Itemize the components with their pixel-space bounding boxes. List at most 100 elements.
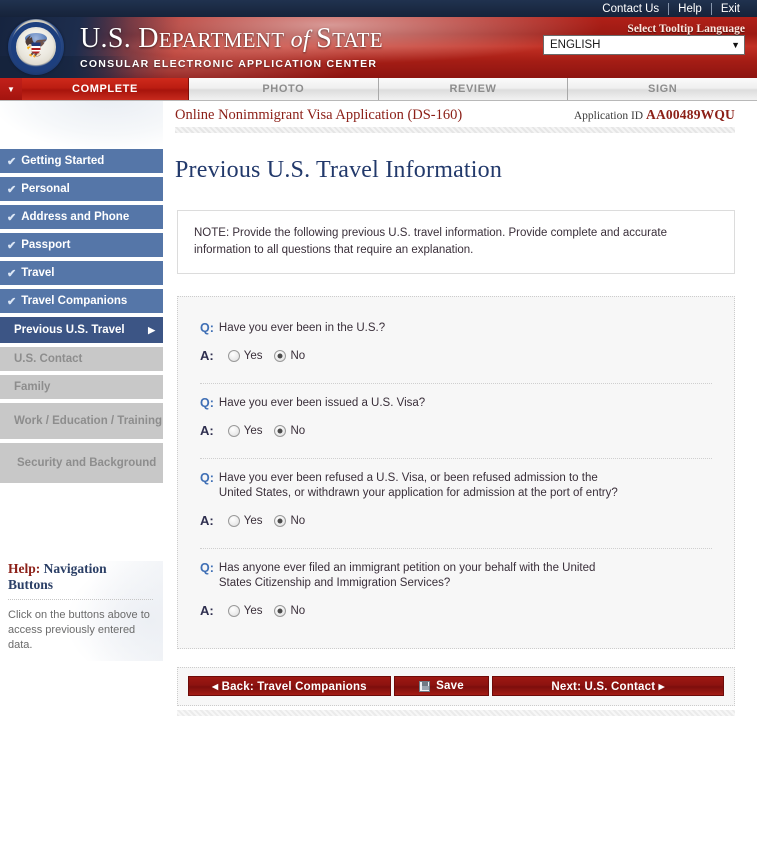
radio-icon-no[interactable] <box>274 424 287 437</box>
check-icon: ✔ <box>7 295 17 308</box>
sidebar-item-previous-us-travel[interactable]: Previous U.S. Travel ▶ <box>0 317 163 343</box>
sidebar: ✔ Getting Started ✔ Personal ✔ Address a… <box>0 101 163 850</box>
radio-icon-yes[interactable] <box>227 424 240 437</box>
check-icon: ✔ <box>7 155 17 168</box>
radio-label-yes: Yes <box>243 514 263 527</box>
page-body: ✔ Getting Started ✔ Personal ✔ Address a… <box>0 101 757 850</box>
form-action-bar: ◂ Back: Travel Companions Save Next: U.S… <box>177 667 735 706</box>
exit-link[interactable]: Exit <box>712 2 749 16</box>
question-text: Have you ever been refused a U.S. Visa, … <box>218 472 618 499</box>
language-select[interactable]: ENGLISH ▼ <box>543 35 745 55</box>
save-disk-icon <box>419 680 431 692</box>
radio-label-yes: Yes <box>243 349 263 362</box>
question-line: Q: Have you ever been refused a U.S. Vis… <box>200 471 712 501</box>
radio-group-refused-visa: Yes No <box>227 514 317 527</box>
radio-option-yes[interactable]: Yes <box>227 604 263 617</box>
radio-icon-no[interactable] <box>274 514 287 527</box>
answer-marker: A: <box>200 348 214 363</box>
sidebar-item-family[interactable]: Family <box>0 375 163 399</box>
radio-option-no[interactable]: No <box>274 349 306 362</box>
help-panel-title: Help: Navigation Buttons <box>8 561 153 600</box>
radio-icon-yes[interactable] <box>227 604 240 617</box>
tab-photo[interactable]: PHOTO <box>189 78 379 100</box>
tab-review[interactable]: REVIEW <box>378 78 569 100</box>
footer-divider <box>177 710 735 716</box>
radio-group-issued-visa: Yes No <box>227 424 317 437</box>
radio-icon-no[interactable] <box>274 604 287 617</box>
sidebar-item-personal[interactable]: ✔ Personal <box>0 177 163 201</box>
question-marker: Q: <box>200 471 214 485</box>
help-panel-body: Click on the buttons above to access pre… <box>8 609 150 651</box>
sidebar-item-label: Security and Background <box>17 456 157 469</box>
department-of-state-seal-icon: 🦅 <box>8 19 64 75</box>
tab-sign[interactable]: SIGN <box>568 78 757 100</box>
tab-complete[interactable]: COMPLETE <box>22 78 189 100</box>
banner-title-seg2: EPARTMENT <box>158 28 285 52</box>
sidebar-item-us-contact[interactable]: U.S. Contact <box>0 347 163 371</box>
main-content: Online Nonimmigrant Visa Application (DS… <box>163 101 757 850</box>
question-divider <box>200 458 712 459</box>
sidebar-item-travel[interactable]: ✔ Travel <box>0 261 163 285</box>
radio-label-no: No <box>290 514 306 527</box>
radio-group-immigrant-petition: Yes No <box>227 604 317 617</box>
banner-title-of: of <box>284 27 317 53</box>
radio-icon-yes[interactable] <box>227 514 240 527</box>
chevron-down-icon: ▼ <box>731 40 740 50</box>
radio-icon-no[interactable] <box>274 349 287 362</box>
seal-ring <box>11 22 61 72</box>
sidebar-item-label: Work / Education / Training <box>14 414 163 427</box>
sidebar-item-getting-started[interactable]: ✔ Getting Started <box>0 149 163 173</box>
question-row: Q: Have you ever been in the U.S.? A: Ye… <box>178 313 734 373</box>
sidebar-nav: ✔ Getting Started ✔ Personal ✔ Address a… <box>0 149 163 483</box>
question-divider <box>200 548 712 549</box>
save-button[interactable]: Save <box>394 676 489 696</box>
sidebar-item-travel-companions[interactable]: ✔ Travel Companions <box>0 289 163 313</box>
answer-line: A: Yes No <box>200 513 712 528</box>
note-box: NOTE: Provide the following previous U.S… <box>177 210 735 274</box>
radio-label-no: No <box>290 604 306 617</box>
utility-links: Contact Us Help Exit <box>593 2 749 16</box>
sidebar-item-security-and-background[interactable]: Security and Background <box>0 443 163 483</box>
radio-option-no[interactable]: No <box>274 604 306 617</box>
sidebar-item-passport[interactable]: ✔ Passport <box>0 233 163 257</box>
radio-label-yes: Yes <box>243 604 263 617</box>
application-id-value: AA00489WQU <box>646 107 735 122</box>
tab-caret-icon[interactable]: ▼ <box>0 78 22 100</box>
help-panel: Help: Navigation Buttons Click on the bu… <box>0 561 163 661</box>
question-row: Q: Have you ever been issued a U.S. Visa… <box>178 388 734 448</box>
banner-title-seg1: U.S. D <box>80 23 159 54</box>
next-button[interactable]: Next: U.S. Contact ▸ <box>492 676 724 696</box>
radio-icon-yes[interactable] <box>227 349 240 362</box>
radio-option-no[interactable]: No <box>274 424 305 437</box>
radio-option-no[interactable]: No <box>274 514 306 527</box>
application-header: Online Nonimmigrant Visa Application (DS… <box>163 101 745 124</box>
question-line: Q: Has anyone ever filed an immigrant pe… <box>200 561 712 591</box>
answer-marker: A: <box>200 513 214 528</box>
banner-titles: U.S. DEPARTMENT of STATE CONSULAR ELECTR… <box>80 23 383 70</box>
question-line: Q: Have you ever been issued a U.S. Visa… <box>200 396 712 411</box>
radio-option-yes[interactable]: Yes <box>227 349 263 362</box>
question-text: Has anyone ever filed an immigrant petit… <box>218 562 596 589</box>
sidebar-item-work-education-training[interactable]: Work / Education / Training <box>0 403 163 439</box>
radio-option-yes[interactable]: Yes <box>227 514 263 527</box>
sidebar-item-label: Address and Phone <box>21 211 130 223</box>
answer-line: A: Yes No <box>200 348 712 363</box>
sidebar-item-label: Passport <box>21 239 71 251</box>
sidebar-item-label: Travel Companions <box>21 295 128 307</box>
sidebar-item-label: Previous U.S. Travel <box>14 324 125 336</box>
tooltip-language-label: Select Tooltip Language <box>627 23 745 35</box>
question-text: Have you ever been issued a U.S. Visa? <box>218 397 426 409</box>
sidebar-item-label: Getting Started <box>21 155 105 167</box>
check-icon: ✔ <box>7 239 17 252</box>
back-button[interactable]: ◂ Back: Travel Companions <box>188 676 391 696</box>
radio-label-no: No <box>290 349 306 362</box>
question-marker: Q: <box>200 396 214 410</box>
help-link[interactable]: Help <box>669 2 711 16</box>
progress-tabs: ▼ COMPLETE PHOTO REVIEW SIGN <box>0 78 757 101</box>
question-row: Q: Has anyone ever filed an immigrant pe… <box>178 553 734 628</box>
contact-us-link[interactable]: Contact Us <box>593 2 668 16</box>
tooltip-language-selector: Select Tooltip Language ENGLISH ▼ <box>543 23 745 55</box>
sidebar-item-address-and-phone[interactable]: ✔ Address and Phone <box>0 205 163 229</box>
question-marker: Q: <box>200 321 214 335</box>
radio-option-yes[interactable]: Yes <box>227 424 262 437</box>
